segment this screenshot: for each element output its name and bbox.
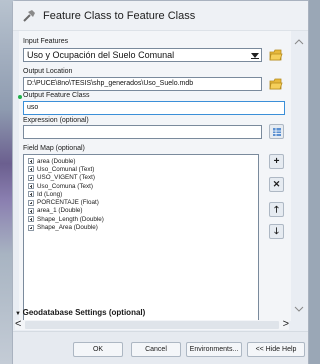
vertical-scrollbar[interactable] — [292, 31, 306, 331]
remove-field-button[interactable]: ✕ — [269, 177, 284, 192]
field-map-item: area_1 (Double) — [37, 207, 83, 215]
input-features-label: Input Features — [23, 38, 69, 45]
expand-icon[interactable] — [28, 191, 34, 198]
expand-icon[interactable] — [28, 199, 34, 206]
expand-icon[interactable] — [28, 158, 34, 165]
list-item[interactable]: Id (Long) — [24, 190, 258, 198]
list-item[interactable]: Uso_Comunal (Text) — [24, 165, 258, 173]
output-feature-class-label: Output Feature Class — [23, 92, 90, 99]
field-map-item: Uso_Comuna (Text) — [37, 182, 93, 190]
move-up-button[interactable]: 🡑 — [269, 202, 284, 217]
scroll-track[interactable] — [25, 321, 279, 329]
field-map-item: Shape_Length (Double) — [37, 215, 104, 223]
field-map-item: Shape_Area (Double) — [37, 224, 98, 232]
expand-icon[interactable] — [28, 166, 34, 173]
folder-icon[interactable] — [269, 78, 283, 90]
expand-icon[interactable] — [28, 224, 34, 231]
sql-builder-button[interactable] — [269, 124, 284, 139]
output-feature-class-value: uso — [27, 104, 39, 111]
list-item[interactable]: PORCENTAJE (Float) — [24, 198, 258, 206]
field-map-item: Id (Long) — [37, 190, 63, 198]
list-item[interactable]: USO_VIGENT (Text) — [24, 174, 258, 182]
input-features-value: Uso y Ocupación del Suelo Comunal — [27, 50, 175, 60]
add-field-button[interactable]: + — [269, 154, 284, 169]
expand-icon[interactable] — [28, 183, 34, 190]
scroll-left-icon[interactable]: < — [15, 319, 21, 330]
field-map-item: area (Double) — [37, 157, 76, 165]
expression-input[interactable] — [23, 125, 262, 139]
hide-help-button[interactable]: << Hide Help — [247, 342, 305, 357]
geodatabase-settings-label: Geodatabase Settings (optional) — [22, 308, 146, 317]
hammer-icon — [23, 9, 35, 22]
move-down-button[interactable]: 🡓 — [269, 224, 284, 239]
field-map-item: Uso_Comunal (Text) — [37, 165, 95, 173]
geodatabase-settings-toggle[interactable]: ▼ Geodatabase Settings (optional) — [15, 308, 145, 317]
required-marker-icon — [18, 95, 22, 99]
x-icon: ✕ — [272, 179, 281, 189]
field-map-item: USO_VIGENT (Text) — [37, 174, 95, 182]
list-item[interactable]: area_1 (Double) — [24, 207, 258, 215]
arrow-down-icon: 🡓 — [274, 225, 279, 236]
list-item[interactable]: Shape_Length (Double) — [24, 215, 258, 223]
sql-builder-icon — [272, 127, 281, 136]
list-item[interactable]: area (Double) — [24, 157, 258, 165]
list-item[interactable]: Uso_Comuna (Text) — [24, 182, 258, 190]
output-location-field[interactable]: D:\PUCE\8no\TESIS\shp_generados\Uso_Suel… — [23, 77, 262, 91]
environments-button[interactable]: Environments... — [186, 342, 242, 357]
field-map-label: Field Map (optional) — [23, 145, 85, 152]
field-map-list[interactable]: area (Double) Uso_Comunal (Text) USO_VIG… — [23, 154, 259, 328]
title-bar: Feature Class to Feature Class — [13, 1, 308, 31]
expression-label: Expression (optional) — [23, 117, 89, 124]
chevron-down-icon[interactable] — [251, 52, 259, 59]
expand-icon[interactable] — [28, 207, 34, 214]
output-feature-class-input[interactable]: uso — [23, 101, 285, 115]
window-title: Feature Class to Feature Class — [43, 9, 196, 22]
arrow-up-icon: 🡑 — [274, 203, 279, 214]
list-item[interactable]: Shape_Area (Double) — [24, 223, 258, 231]
expand-icon[interactable] — [28, 174, 34, 181]
collapse-icon: ▼ — [15, 311, 23, 317]
form-area: Input Features Uso y Ocupación del Suelo… — [18, 31, 291, 328]
horizontal-scrollbar[interactable]: < > — [15, 319, 289, 330]
output-location-label: Output Location — [23, 68, 73, 75]
button-bar: OK Cancel Environments... << Hide Help — [13, 331, 308, 364]
scroll-right-icon[interactable]: > — [283, 319, 289, 330]
cancel-button[interactable]: Cancel — [131, 342, 181, 357]
plus-icon: + — [273, 156, 280, 167]
folder-icon[interactable] — [269, 49, 283, 61]
expand-icon[interactable] — [28, 216, 34, 223]
input-features-dropdown[interactable]: Uso y Ocupación del Suelo Comunal — [23, 48, 262, 62]
output-location-value: D:\PUCE\8no\TESIS\shp_generados\Uso_Suel… — [27, 80, 194, 87]
ok-button[interactable]: OK — [73, 342, 123, 357]
field-map-item: PORCENTAJE (Float) — [37, 199, 99, 207]
tool-dialog: Feature Class to Feature Class Input Fea… — [12, 0, 309, 364]
